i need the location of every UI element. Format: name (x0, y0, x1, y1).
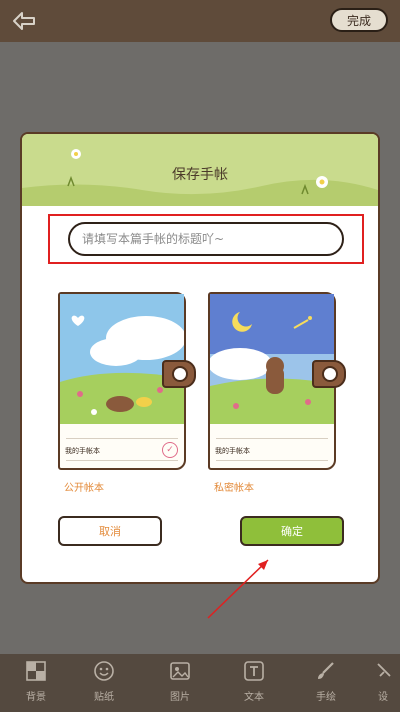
night-meadow-illustration (210, 294, 334, 424)
tool-label: 文本 (244, 692, 264, 703)
public-book-note: 我的手帐本 (65, 447, 100, 455)
private-book-note: 我的手帐本 (215, 447, 250, 455)
tool-label: 图片 (170, 692, 190, 703)
back-arrow-icon (13, 12, 35, 30)
bottom-toolbar: 背景 贴纸 图片 文本 手绘 设 (0, 654, 400, 712)
brush-icon (318, 662, 334, 679)
book-divider (216, 438, 328, 439)
settings-icon (377, 663, 391, 677)
sunny-meadow-illustration (60, 294, 184, 424)
dialog-header: 保存手帐 (22, 134, 378, 206)
selected-check-icon: ✓ (162, 442, 178, 458)
tool-image[interactable]: 图片 (154, 660, 206, 710)
tool-sticker[interactable]: 贴纸 (78, 660, 130, 710)
tool-text[interactable]: 文本 (228, 660, 280, 710)
sticker-icon (94, 661, 114, 681)
done-button[interactable]: 完成 (330, 8, 388, 32)
save-journal-dialog: 保存手帐 我的手帐本 ✓ 公开帐本 (20, 132, 380, 584)
cancel-button[interactable]: 取消 (58, 516, 162, 546)
book-divider (216, 460, 328, 461)
public-book-label: 公开帐本 (64, 483, 104, 494)
journal-title-input[interactable] (68, 222, 344, 256)
private-book-label: 私密帐本 (214, 483, 254, 494)
book-divider (66, 438, 178, 439)
tool-brush[interactable]: 手绘 (300, 660, 352, 710)
text-icon (244, 661, 264, 681)
back-button[interactable] (10, 9, 38, 33)
book-clasp-icon (162, 360, 196, 388)
public-book-cover (60, 294, 184, 424)
title-input-highlight (48, 214, 364, 264)
tool-settings[interactable]: 设 (366, 660, 400, 710)
tool-label: 设 (378, 692, 388, 703)
public-book-option[interactable]: 我的手帐本 ✓ (58, 292, 196, 470)
tool-label: 手绘 (316, 692, 336, 703)
tool-label: 背景 (26, 692, 46, 703)
top-bar: 完成 (0, 0, 400, 42)
confirm-button[interactable]: 确定 (240, 516, 344, 546)
background-icon (26, 661, 46, 681)
private-book-cover (210, 294, 334, 424)
tool-background[interactable]: 背景 (10, 660, 62, 710)
tool-label: 贴纸 (94, 692, 114, 703)
private-book-option[interactable]: 我的手帐本 (208, 292, 346, 470)
book-clasp-icon (312, 360, 346, 388)
book-divider (66, 460, 178, 461)
dialog-title: 保存手帐 (172, 167, 228, 183)
image-icon (170, 662, 190, 680)
